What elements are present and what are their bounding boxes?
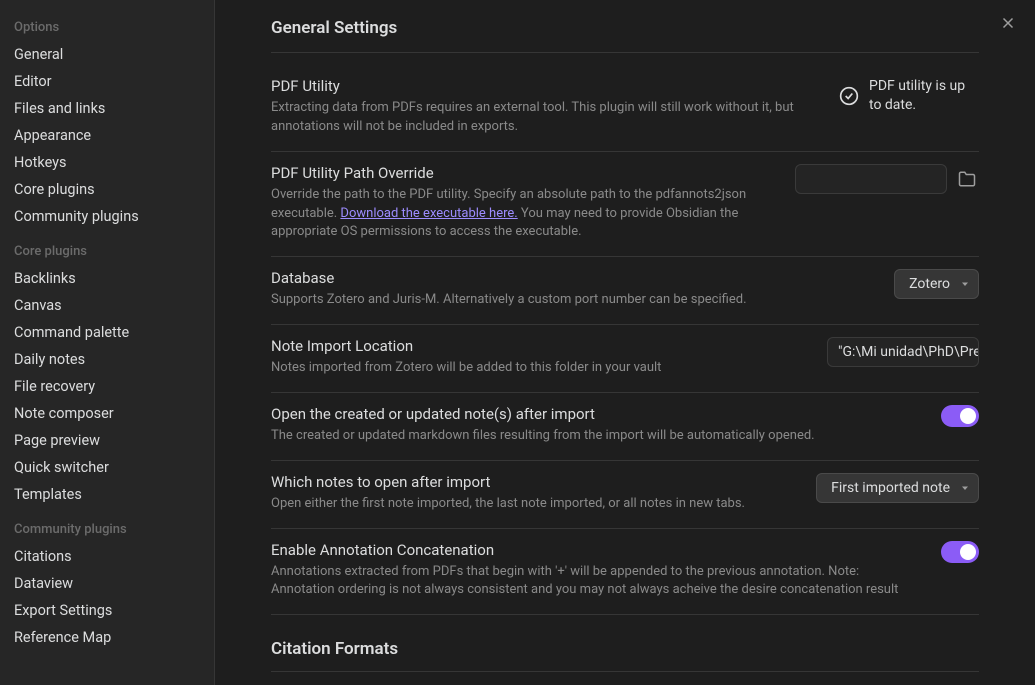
pdf-utility-status: PDF utility is up to date. bbox=[839, 77, 979, 115]
setting-name: PDF Utility Path Override bbox=[271, 164, 775, 182]
dropdown-value: First imported note bbox=[831, 480, 950, 496]
sidebar-item-files-links[interactable]: Files and links bbox=[0, 95, 214, 122]
sidebar-item-daily-notes[interactable]: Daily notes bbox=[0, 346, 214, 373]
folder-icon bbox=[958, 170, 976, 188]
setting-name: Open the created or updated note(s) afte… bbox=[271, 405, 921, 423]
setting-desc: Override the path to the PDF utility. Sp… bbox=[271, 186, 775, 243]
setting-pdf-utility: PDF Utility Extracting data from PDFs re… bbox=[271, 65, 979, 152]
sidebar-item-export-settings[interactable]: Export Settings bbox=[0, 597, 214, 624]
sidebar-item-backlinks[interactable]: Backlinks bbox=[0, 265, 214, 292]
path-value: "G:\Mi unidad\PhD\Pre Ph bbox=[838, 344, 979, 360]
setting-database: Database Supports Zotero and Juris-M. Al… bbox=[271, 257, 979, 325]
toggle-knob bbox=[960, 408, 976, 424]
sidebar-item-general[interactable]: General bbox=[0, 41, 214, 68]
setting-pdf-path-override: PDF Utility Path Override Override the p… bbox=[271, 152, 979, 258]
general-settings-title: General Settings bbox=[271, 18, 979, 53]
check-circle-icon bbox=[839, 86, 859, 106]
setting-name: Note Import Location bbox=[271, 337, 807, 355]
sidebar-item-citations[interactable]: Citations bbox=[0, 543, 214, 570]
sidebar-heading-core: Core plugins bbox=[0, 238, 214, 265]
setting-desc: Notes imported from Zotero will be added… bbox=[271, 359, 807, 378]
which-notes-dropdown[interactable]: First imported note bbox=[816, 473, 979, 503]
close-icon bbox=[999, 14, 1017, 32]
sidebar-item-editor[interactable]: Editor bbox=[0, 68, 214, 95]
download-link[interactable]: Download the executable here. bbox=[340, 206, 517, 221]
setting-name: Which notes to open after import bbox=[271, 473, 796, 491]
sidebar-item-reference-map[interactable]: Reference Map bbox=[0, 624, 214, 651]
sidebar-item-canvas[interactable]: Canvas bbox=[0, 292, 214, 319]
setting-desc: Annotations extracted from PDFs that beg… bbox=[271, 563, 921, 601]
pdf-path-input[interactable] bbox=[795, 164, 947, 194]
settings-sidebar: Options General Editor Files and links A… bbox=[0, 0, 215, 685]
setting-open-after-import: Open the created or updated note(s) afte… bbox=[271, 393, 979, 461]
close-button[interactable] bbox=[997, 12, 1019, 34]
sidebar-item-dataview[interactable]: Dataview bbox=[0, 570, 214, 597]
setting-which-notes-open: Which notes to open after import Open ei… bbox=[271, 461, 979, 529]
sidebar-item-quick-switcher[interactable]: Quick switcher bbox=[0, 454, 214, 481]
toggle-knob bbox=[960, 544, 976, 560]
browse-folder-button[interactable] bbox=[955, 167, 979, 191]
setting-desc: Extracting data from PDFs requires an ex… bbox=[271, 99, 819, 137]
dropdown-value: Zotero bbox=[909, 276, 950, 292]
setting-desc: Supports Zotero and Juris-M. Alternative… bbox=[271, 291, 874, 310]
sidebar-item-note-composer[interactable]: Note composer bbox=[0, 400, 214, 427]
sidebar-item-appearance[interactable]: Appearance bbox=[0, 122, 214, 149]
setting-import-location: Note Import Location Notes imported from… bbox=[271, 325, 979, 393]
sidebar-item-community-plugins[interactable]: Community plugins bbox=[0, 203, 214, 230]
database-dropdown[interactable]: Zotero bbox=[894, 269, 979, 299]
sidebar-heading-community: Community plugins bbox=[0, 516, 214, 543]
setting-desc: The created or updated markdown files re… bbox=[271, 427, 921, 446]
sidebar-item-core-plugins[interactable]: Core plugins bbox=[0, 176, 214, 203]
sidebar-item-page-preview[interactable]: Page preview bbox=[0, 427, 214, 454]
import-location-input[interactable]: "G:\Mi unidad\PhD\Pre Ph bbox=[827, 337, 979, 367]
status-text: PDF utility is up to date. bbox=[869, 77, 979, 115]
setting-name: Enable Annotation Concatenation bbox=[271, 541, 921, 559]
sidebar-item-command-palette[interactable]: Command palette bbox=[0, 319, 214, 346]
annotation-concat-toggle[interactable] bbox=[941, 541, 979, 563]
sidebar-item-file-recovery[interactable]: File recovery bbox=[0, 373, 214, 400]
setting-annotation-concat: Enable Annotation Concatenation Annotati… bbox=[271, 529, 979, 616]
settings-main: General Settings PDF Utility Extracting … bbox=[215, 0, 1035, 685]
sidebar-item-templates[interactable]: Templates bbox=[0, 481, 214, 508]
setting-desc: Open either the first note imported, the… bbox=[271, 495, 796, 514]
sidebar-item-hotkeys[interactable]: Hotkeys bbox=[0, 149, 214, 176]
open-after-import-toggle[interactable] bbox=[941, 405, 979, 427]
sidebar-heading-options: Options bbox=[0, 14, 214, 41]
citation-formats-title: Citation Formats bbox=[271, 639, 979, 672]
setting-name: PDF Utility bbox=[271, 77, 819, 95]
setting-name: Database bbox=[271, 269, 874, 287]
